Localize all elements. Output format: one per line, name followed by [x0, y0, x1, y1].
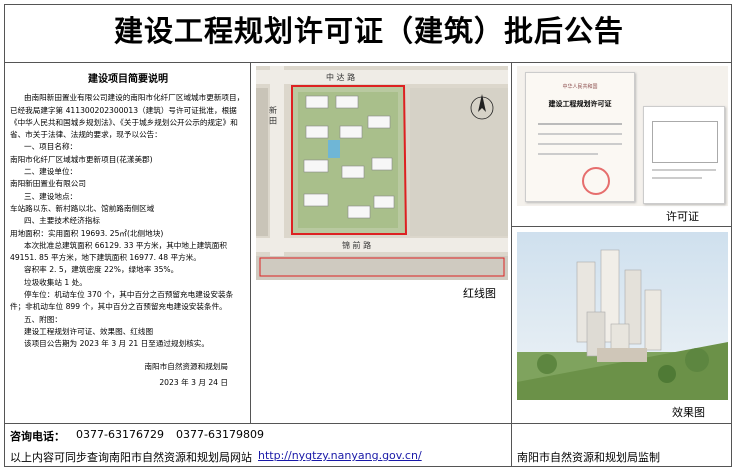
permit-doc-header: 中华人民共和国	[562, 84, 598, 90]
redline-map: 中 达 路 锦 前 路 新 田	[256, 66, 508, 280]
redline-map-drawing: 中 达 路 锦 前 路 新 田	[256, 66, 508, 280]
section-1-value: 南阳市化纤厂区域城市更新项目(花漾美郡)	[10, 154, 153, 164]
page-title: 建设工程规划许可证（建筑）批后公告	[113, 14, 624, 48]
query-text: 以上内容可同步查询南阳市自然资源和规划局网站	[10, 451, 252, 464]
permit-doc-title: 建设工程规划许可证	[548, 100, 612, 108]
project-summary: 建设项目简要说明 由南阳新田置业有限公司建设的南阳市化纤厂区域城市更新项目，已经…	[10, 74, 246, 389]
section-4-title: 四、主要技术经济指标	[24, 216, 100, 226]
permit-caption: 许可证	[666, 210, 699, 223]
supervisor-text: 南阳市自然资源和规划局监制	[517, 451, 660, 464]
phone-number-1: 0377-63176729	[76, 428, 164, 441]
road-label-left: 新 田	[269, 105, 278, 126]
seal-mark	[582, 167, 610, 195]
land-area: 用地面积：实用面积 19693. 25㎡(北侧地块)	[10, 228, 164, 238]
title-divider	[4, 62, 732, 63]
issuer-name: 南阳市自然资源和规划局	[144, 361, 228, 371]
phone-number-2: 0377-63179809	[176, 428, 264, 441]
section-5-value: 建设工程规划许可证、效果图、红线图	[24, 326, 154, 336]
section-1-title: 一、项目名称：	[24, 142, 78, 152]
road-label-bottom: 锦 前 路	[342, 240, 371, 250]
approval-text: 本次批准总建筑面积 66129. 33 平方米，其中地上建筑面积 49151. …	[10, 240, 227, 263]
right-divider	[511, 62, 512, 466]
section-3-title: 三、建设地点：	[24, 191, 78, 201]
left-divider	[250, 62, 251, 423]
summary-heading: 建设项目简要说明	[88, 74, 168, 85]
section-3-value: 车站路以东、新村路以北、馆前路南侧区域	[10, 203, 155, 213]
phone-label: 咨询电话：	[10, 430, 65, 443]
road-label-top: 中 达 路	[326, 72, 355, 82]
right-mid-divider	[511, 226, 732, 227]
footer-divider	[4, 423, 732, 424]
website-link[interactable]: http://nygtzy.nanyang.gov.cn/	[258, 449, 422, 462]
garbage-text: 垃圾收集站 1 处。	[24, 277, 87, 287]
rendering-image	[517, 232, 728, 400]
map-caption: 红线图	[463, 287, 496, 300]
render-caption: 效果图	[672, 406, 705, 419]
permit-scan-area: 中华人民共和国 建设工程规划许可证	[517, 66, 728, 206]
section-2-value: 南阳新田置业有限公司	[10, 179, 86, 189]
section-2-title: 二、建设单位：	[24, 167, 78, 177]
issue-date: 2023 年 3 月 24 日	[159, 377, 228, 387]
permit-attachment	[643, 106, 725, 204]
permit-document: 中华人民共和国 建设工程规划许可证	[525, 72, 635, 202]
summary-intro: 由南阳新田置业有限公司建设的南阳市化纤厂区域城市更新项目，已经我局建字第 411…	[10, 93, 245, 140]
notice-period: 该项目公告期为 2023 年 3 月 21 日至通过规划核实。	[24, 339, 209, 349]
parking-text: 停车位：机动车位 370 个，其中百分之百预留充电建设安装条件；非机动车位 89…	[10, 290, 234, 312]
section-5-title: 五、附图：	[24, 314, 62, 324]
ratios-text: 容积率 2. 5，建筑密度 22%，绿地率 35%。	[24, 265, 179, 275]
